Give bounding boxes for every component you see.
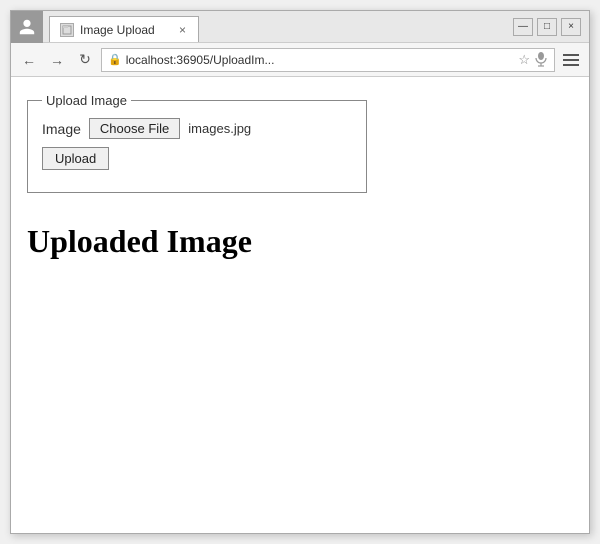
profile-area: [11, 11, 43, 43]
menu-button[interactable]: [559, 48, 583, 72]
close-button[interactable]: ×: [561, 18, 581, 36]
tab-area: Image Upload ×: [43, 11, 505, 42]
address-text: localhost:36905/UploadIm...: [126, 53, 515, 67]
uploaded-image-heading: Uploaded Image: [27, 223, 573, 260]
image-label: Image: [42, 121, 81, 137]
tab-close-button[interactable]: ×: [177, 23, 188, 37]
tab-title: Image Upload: [80, 23, 171, 37]
image-row: Image Choose File images.jpg: [42, 118, 352, 139]
upload-row: Upload: [42, 147, 352, 170]
menu-line: [563, 59, 579, 61]
upload-button[interactable]: Upload: [42, 147, 109, 170]
minimize-button[interactable]: —: [513, 18, 533, 36]
menu-line: [563, 54, 579, 56]
menu-line: [563, 64, 579, 66]
bookmark-icon[interactable]: ☆: [518, 52, 530, 68]
nav-bar: ← → ↻ 🔒 localhost:36905/UploadIm... ☆: [11, 43, 589, 77]
address-icon: 🔒: [108, 53, 122, 66]
choose-file-button[interactable]: Choose File: [89, 118, 180, 139]
address-bar[interactable]: 🔒 localhost:36905/UploadIm... ☆: [101, 48, 555, 72]
forward-button[interactable]: →: [45, 48, 69, 72]
title-bar: Image Upload × — □ ×: [11, 11, 589, 43]
mic-icon: [534, 51, 548, 69]
window-controls: — □ ×: [505, 11, 589, 42]
refresh-button[interactable]: ↻: [73, 48, 97, 72]
browser-window: Image Upload × — □ × ← → ↻ 🔒 localhost:3…: [10, 10, 590, 534]
upload-fieldset: Upload Image Image Choose File images.jp…: [27, 93, 367, 193]
fieldset-legend: Upload Image: [42, 93, 131, 108]
page-content: Upload Image Image Choose File images.jp…: [11, 77, 589, 533]
active-tab[interactable]: Image Upload ×: [49, 16, 199, 42]
file-name-display: images.jpg: [188, 121, 251, 136]
profile-icon: [18, 18, 36, 36]
tab-favicon: [60, 23, 74, 37]
back-button[interactable]: ←: [17, 48, 41, 72]
restore-button[interactable]: □: [537, 18, 557, 36]
